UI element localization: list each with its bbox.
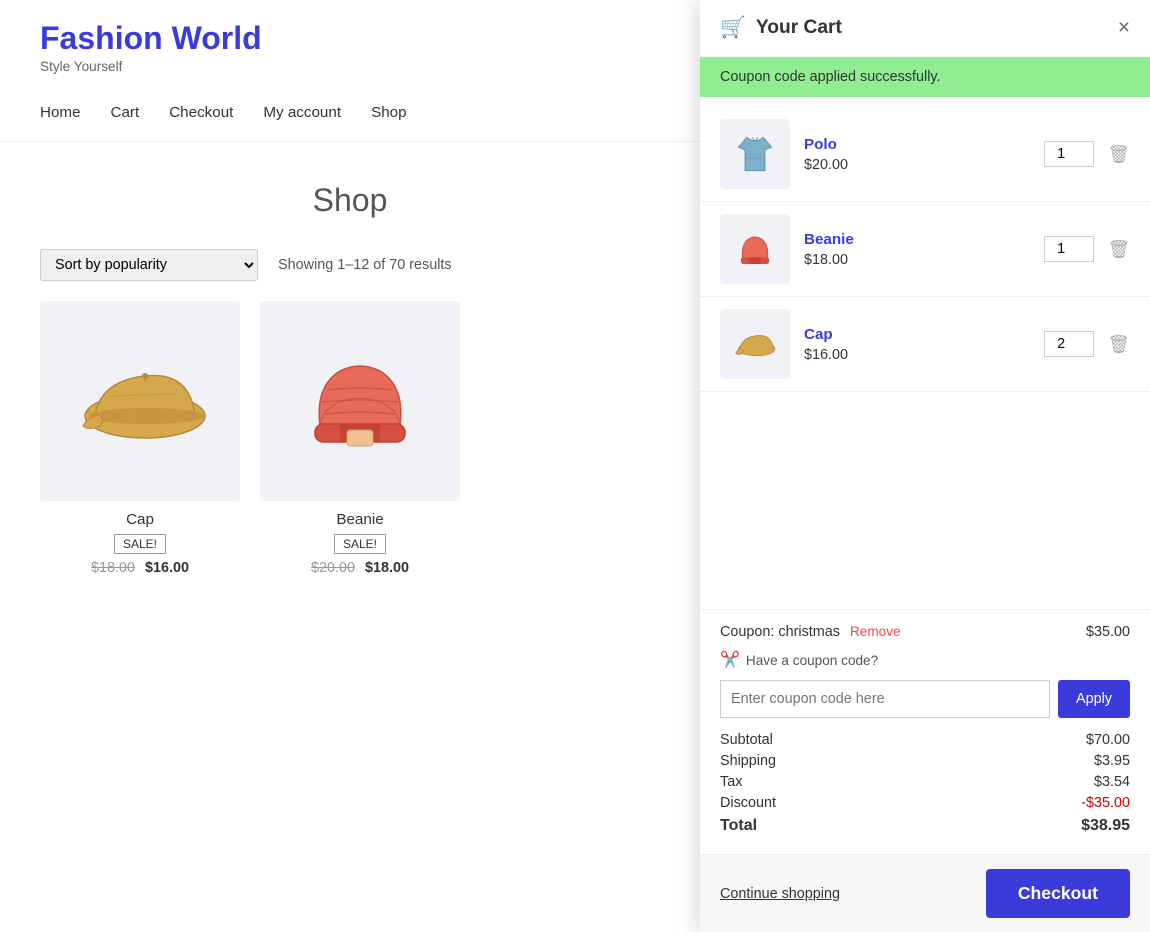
discount-value: -$35.00 (1081, 795, 1130, 811)
cap-prices: $18.00 $16.00 (40, 560, 240, 576)
nav-shop[interactable]: Shop (371, 104, 406, 121)
cap-label: Cap (40, 511, 240, 528)
cart-item-polo-info: Polo $20.00 (804, 136, 1032, 173)
cart-item-cap: Cap $16.00 🗑 (700, 297, 1150, 392)
total-label: Total (720, 817, 757, 835)
cart-item-cap-info: Cap $16.00 (804, 326, 1032, 363)
coupon-applied-label: Coupon: christmas Remove (720, 624, 901, 640)
tax-value: $3.54 (1094, 774, 1130, 790)
product-grid: Cap SALE! $18.00 $16.00 (40, 301, 660, 576)
cart-item-polo-delete-button[interactable]: 🗑 (1108, 144, 1130, 165)
total-value: $38.95 (1081, 817, 1130, 835)
discount-row: Discount -$35.00 (720, 795, 1130, 811)
coupon-remove-link[interactable]: Remove (850, 624, 901, 639)
cart-item-beanie-price: $18.00 (804, 252, 1032, 268)
checkout-button[interactable]: Checkout (986, 869, 1130, 918)
coupon-input-row: Apply (720, 680, 1130, 718)
cart-item-beanie-name: Beanie (804, 231, 1032, 248)
coupon-applied-amount: $35.00 (1086, 624, 1130, 640)
cart-item-polo-name: Polo (804, 136, 1032, 153)
total-row: Total $38.95 (720, 817, 1130, 835)
subtotal-value: $70.00 (1086, 732, 1130, 748)
results-text: Showing 1–12 of 70 results (278, 257, 452, 273)
apply-coupon-button[interactable]: Apply (1058, 680, 1130, 718)
cart-item-beanie: Beanie $18.00 🗑 (700, 202, 1150, 297)
cart-title: Your Cart (756, 17, 1118, 39)
filter-row: Sort by popularity Sort by latest Sort b… (40, 249, 660, 281)
beanie-sale-price: $18.00 (365, 560, 409, 576)
cart-item-cap-price: $16.00 (804, 347, 1032, 363)
shipping-row: Shipping $3.95 (720, 753, 1130, 769)
cart-item-polo-qty-wrapper (1044, 141, 1094, 167)
product-image-beanie[interactable] (260, 301, 460, 501)
product-card-cap: Cap SALE! $18.00 $16.00 (40, 301, 240, 576)
cart-item-polo: Polo $20.00 🗑 (700, 107, 1150, 202)
nav-checkout[interactable]: Checkout (169, 104, 233, 121)
main-content: Shop Sort by popularity Sort by latest S… (0, 142, 700, 616)
shipping-label: Shipping (720, 753, 776, 769)
tax-label: Tax (720, 774, 742, 790)
cart-items-list: Polo $20.00 🗑 Beanie $18.00 (700, 97, 1150, 609)
cap-sale-badge-wrapper: SALE! (40, 534, 240, 560)
product-name-cap: Cap SALE! $18.00 $16.00 (40, 511, 240, 576)
shop-title: Shop (40, 182, 660, 219)
cart-item-beanie-qty-wrapper (1044, 236, 1094, 262)
beanie-sale-badge-wrapper: SALE! (260, 534, 460, 560)
discount-label: Discount (720, 795, 776, 811)
sort-select[interactable]: Sort by popularity Sort by latest Sort b… (40, 249, 258, 281)
cart-item-beanie-qty-input[interactable] (1044, 236, 1094, 262)
nav-home[interactable]: Home (40, 104, 81, 121)
cart-item-cap-qty-wrapper (1044, 331, 1094, 357)
beanie-prices: $20.00 $18.00 (260, 560, 460, 576)
cart-icon: 🛒 (720, 16, 746, 40)
cart-item-beanie-image (720, 214, 790, 284)
cart-actions: Continue shopping Checkout (700, 854, 1150, 932)
product-image-cap[interactable] (40, 301, 240, 501)
have-coupon-text: Have a coupon code? (746, 653, 878, 668)
coupon-text: Coupon: christmas (720, 624, 840, 640)
beanie-original-price: $20.00 (311, 560, 355, 576)
cart-item-polo-qty-input[interactable] (1044, 141, 1094, 167)
coupon-success-banner: Coupon code applied successfully. (700, 57, 1150, 97)
product-card-beanie: Beanie SALE! $20.00 $18.00 (260, 301, 460, 576)
beanie-label: Beanie (260, 511, 460, 528)
continue-shopping-button[interactable]: Continue shopping (720, 886, 840, 902)
tax-row: Tax $3.54 (720, 774, 1130, 790)
cart-item-cap-image (720, 309, 790, 379)
subtotal-row: Subtotal $70.00 (720, 732, 1130, 748)
cart-item-polo-image (720, 119, 790, 189)
cart-footer: Coupon: christmas Remove $35.00 ✂️ Have … (700, 609, 1150, 854)
cart-sidebar: 🛒 Your Cart × Coupon code applied succes… (700, 0, 1150, 932)
nav-myaccount[interactable]: My account (263, 104, 341, 121)
coupon-code-input[interactable] (720, 680, 1050, 718)
cap-sale-price: $16.00 (145, 560, 189, 576)
nav-cart[interactable]: Cart (111, 104, 140, 121)
cart-close-button[interactable]: × (1118, 16, 1130, 40)
cap-original-price: $18.00 (91, 560, 135, 576)
cart-item-cap-delete-button[interactable]: 🗑 (1108, 334, 1130, 355)
cart-item-beanie-info: Beanie $18.00 (804, 231, 1032, 268)
cart-item-beanie-delete-button[interactable]: 🗑 (1108, 239, 1130, 260)
shipping-value: $3.95 (1094, 753, 1130, 769)
cart-item-polo-price: $20.00 (804, 157, 1032, 173)
coupon-applied-row: Coupon: christmas Remove $35.00 (720, 624, 1130, 640)
subtotal-label: Subtotal (720, 732, 773, 748)
have-coupon-row: ✂️ Have a coupon code? (720, 650, 1130, 670)
product-name-beanie: Beanie SALE! $20.00 $18.00 (260, 511, 460, 576)
cart-item-cap-name: Cap (804, 326, 1032, 343)
cart-item-cap-qty-input[interactable] (1044, 331, 1094, 357)
cap-sale-badge: SALE! (114, 534, 166, 554)
beanie-sale-badge: SALE! (334, 534, 386, 554)
coupon-scissors-icon: ✂️ (720, 650, 740, 670)
cart-header: 🛒 Your Cart × (700, 0, 1150, 57)
